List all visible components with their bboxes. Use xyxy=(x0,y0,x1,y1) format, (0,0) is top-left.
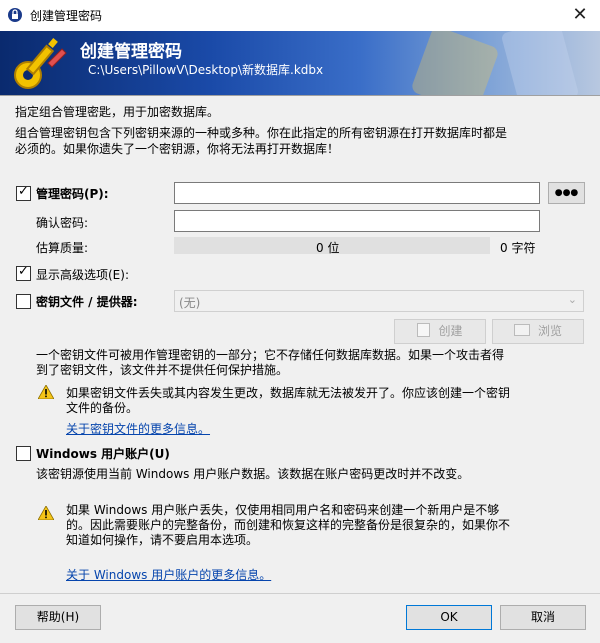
create-file-icon xyxy=(417,323,431,337)
banner-decoration xyxy=(412,31,578,95)
check-icon: ✓ xyxy=(18,264,29,279)
browse-label: 浏览 xyxy=(537,324,562,338)
banner-title: 创建管理密码 xyxy=(80,42,182,62)
key-file-select[interactable]: (无) ⌄ xyxy=(174,290,584,312)
create-label: 创建 xyxy=(438,324,463,338)
check-icon: ✓ xyxy=(18,184,29,199)
intro-line-3: 必须的。如果你遗失了一个密钥源，你将无法再打开数据库！ xyxy=(15,142,340,156)
cancel-button[interactable]: 取消 xyxy=(500,605,586,630)
show-advanced-label: 显示高级选项(E): xyxy=(36,268,129,282)
key-file-more-info-link[interactable]: 关于密钥文件的更多信息。 xyxy=(66,420,210,437)
browse-key-file-button[interactable]: 浏览 xyxy=(492,319,584,344)
key-file-select-value: (无) xyxy=(179,296,201,310)
windows-account-label: Windows 用户账户(U) xyxy=(36,447,170,461)
close-icon: ✕ xyxy=(572,4,588,25)
help-button[interactable]: 帮助(H) xyxy=(15,605,101,630)
show-password-toggle[interactable]: ●●● xyxy=(548,182,585,204)
windows-account-checkbox[interactable] xyxy=(16,446,31,461)
create-key-file-button[interactable]: 创建 xyxy=(394,319,486,344)
database-path: C:\Users\PillowV\Desktop\新数据库.kdbx xyxy=(88,63,324,77)
key-file-warning-2: 文件的备份。 xyxy=(66,401,139,415)
show-advanced-checkbox[interactable]: ✓ xyxy=(16,264,31,281)
quality-bits: 0 位 xyxy=(316,241,340,255)
dots-icon: ●●● xyxy=(554,188,579,198)
folder-icon xyxy=(513,324,530,336)
intro-line-2: 组合管理密钥包含下列密钥来源的一种或多种。你在此指定的所有密钥源在打开数据库时都… xyxy=(15,126,508,140)
window-title: 创建管理密码 xyxy=(30,9,103,23)
key-icon xyxy=(14,38,67,89)
master-password-input[interactable] xyxy=(174,182,540,204)
key-file-checkbox[interactable] xyxy=(16,294,31,309)
lock-icon xyxy=(8,8,22,22)
close-button[interactable]: ✕ xyxy=(560,0,600,31)
key-file-desc-2: 到了密钥文件，该文件并不提供任何保护措施。 xyxy=(36,363,289,377)
intro-line-1: 指定组合管理密匙，用于加密数据库。 xyxy=(15,105,220,119)
master-password-checkbox[interactable]: ✓ xyxy=(16,184,31,201)
windows-account-more-info-link[interactable]: 关于 Windows 用户账户的更多信息。 xyxy=(66,566,271,583)
footer-divider xyxy=(0,593,600,594)
warning-icon xyxy=(38,506,54,520)
confirm-password-input[interactable] xyxy=(174,210,540,232)
master-password-label: 管理密码(P): xyxy=(36,187,109,201)
banner-divider xyxy=(0,95,600,96)
key-file-label: 密钥文件 / 提供器: xyxy=(36,295,138,309)
windows-account-desc: 该密钥源使用当前 Windows 用户账户数据。该数据在账户密码更改时并不改变。 xyxy=(36,467,470,481)
windows-account-warning-3: 知道如何操作，请不要启用本选项。 xyxy=(66,533,259,547)
quality-label: 估算质量: xyxy=(36,241,89,255)
title-bar: 创建管理密码 ✕ xyxy=(0,0,600,32)
chevron-down-icon: ⌄ xyxy=(567,293,577,306)
confirm-password-label: 确认密码: xyxy=(36,216,89,230)
ok-button[interactable]: OK xyxy=(406,605,492,630)
quality-chars: 0 字符 xyxy=(500,241,536,255)
banner: 创建管理密码 C:\Users\PillowV\Desktop\新数据库.kdb… xyxy=(0,31,600,95)
warning-icon xyxy=(38,385,54,399)
